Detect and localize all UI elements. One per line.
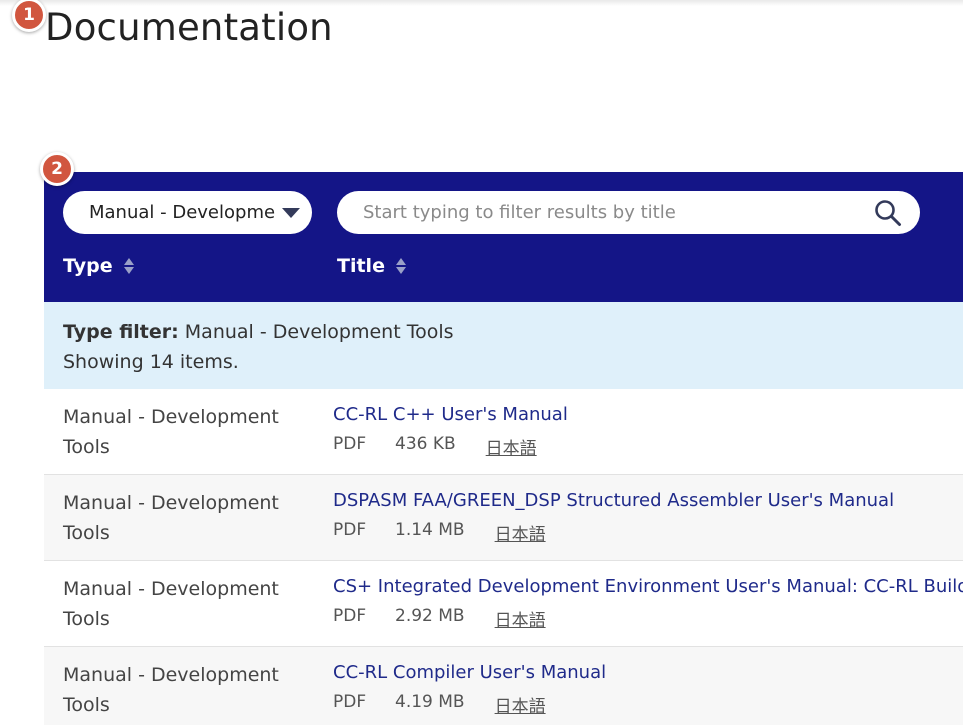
result-type: Manual - Development Tools (63, 664, 279, 716)
result-size: 2.92 MB (395, 606, 465, 626)
column-header-title-label: Title (337, 255, 385, 277)
result-type: Manual - Development Tools (63, 578, 279, 630)
title-search-input[interactable] (337, 191, 857, 234)
filter-summary-label: Type filter: (63, 321, 179, 343)
result-meta: PDF 2.92 MB 日本語 (333, 606, 546, 631)
result-type: Manual - Development Tools (63, 492, 279, 544)
page-title: Documentation (45, 6, 333, 49)
step-marker-1: 1 (12, 0, 46, 32)
result-language-link[interactable]: 日本語 (495, 606, 546, 631)
result-format: PDF (333, 606, 367, 626)
result-title-link[interactable]: CC-RL Compiler User's Manual (333, 662, 606, 683)
sort-icon (395, 258, 406, 274)
result-size: 436 KB (395, 434, 456, 454)
type-filter-value: Manual - Development Tools (89, 202, 275, 223)
filter-summary-line: Type filter: Manual - Development Tools (63, 317, 944, 347)
sort-icon (123, 258, 134, 274)
result-format: PDF (333, 692, 367, 712)
column-header-type[interactable]: Type (63, 255, 135, 277)
result-meta: PDF 4.19 MB 日本語 (333, 692, 546, 717)
result-row: Manual - Development Tools CC-RL C++ Use… (44, 389, 963, 475)
result-size: 1.14 MB (395, 520, 465, 540)
result-meta: PDF 1.14 MB 日本語 (333, 520, 546, 545)
result-language-link[interactable]: 日本語 (495, 520, 546, 545)
filter-summary-value: Manual - Development Tools (184, 321, 454, 343)
result-meta: PDF 436 KB 日本語 (333, 434, 537, 459)
result-size: 4.19 MB (395, 692, 465, 712)
type-filter-select[interactable]: Manual - Development Tools (63, 191, 312, 234)
step-marker-2: 2 (40, 152, 74, 186)
title-search-box (337, 191, 920, 234)
result-language-link[interactable]: 日本語 (486, 434, 537, 459)
result-format: PDF (333, 434, 367, 454)
result-title-link[interactable]: DSPASM FAA/GREEN_DSP Structured Assemble… (333, 490, 894, 511)
result-count: Showing 14 items. (63, 351, 239, 373)
results-list: Manual - Development Tools CC-RL C++ Use… (44, 389, 963, 725)
result-format: PDF (333, 520, 367, 540)
filter-panel: Manual - Development Tools Type Title (44, 172, 963, 302)
search-icon[interactable] (874, 199, 902, 227)
result-title-link[interactable]: CC-RL C++ User's Manual (333, 404, 568, 425)
column-header-title[interactable]: Title (337, 255, 407, 277)
result-language-link[interactable]: 日本語 (495, 692, 546, 717)
result-row: Manual - Development Tools CS+ Integrate… (44, 561, 963, 647)
column-header-type-label: Type (63, 255, 113, 277)
caret-down-icon (282, 208, 300, 218)
result-title-link[interactable]: CS+ Integrated Development Environment U… (333, 576, 963, 597)
result-type: Manual - Development Tools (63, 406, 279, 458)
filter-summary: Type filter: Manual - Development Tools … (44, 302, 963, 389)
result-row: Manual - Development Tools CC-RL Compile… (44, 647, 963, 725)
result-row: Manual - Development Tools DSPASM FAA/GR… (44, 475, 963, 561)
